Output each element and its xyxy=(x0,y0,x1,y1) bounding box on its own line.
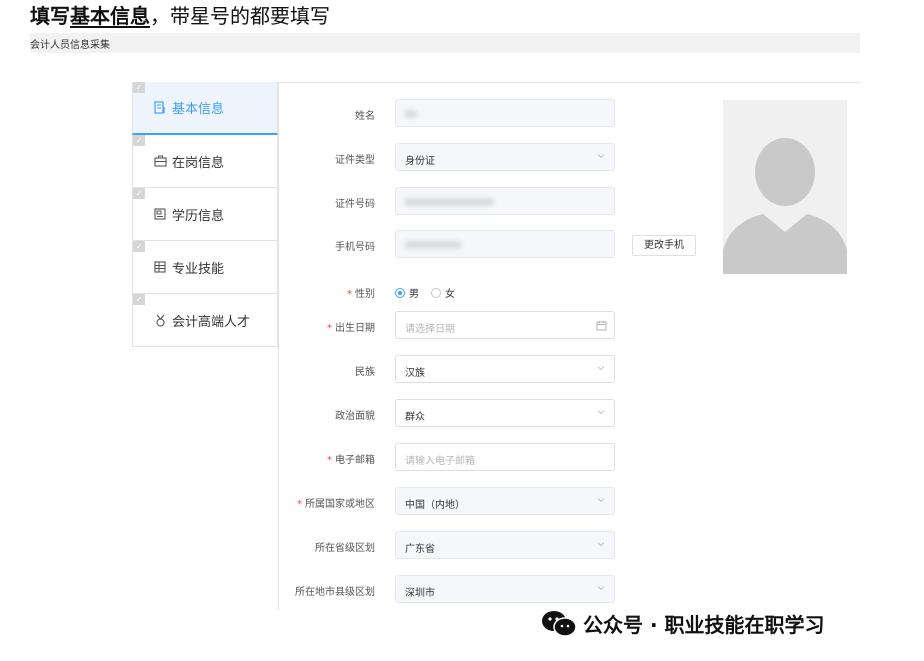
person-silhouette-icon xyxy=(723,100,847,274)
ethnicity-label: 民族 xyxy=(355,367,375,378)
medal-icon xyxy=(153,313,167,327)
sidebar-item-label: 会计高端人才 xyxy=(172,314,251,330)
sidebar-item-talent[interactable]: ✓ 会计高端人才 xyxy=(132,294,278,347)
gender-radio-group: 男 女 xyxy=(395,285,467,300)
country-row: * 所属国家或地区 中国（内地） xyxy=(280,487,620,517)
birth-date-placeholder: 请选择日期 xyxy=(405,324,455,335)
phone-field[interactable] xyxy=(395,230,615,258)
calendar-icon xyxy=(596,321,607,331)
check-icon: ✓ xyxy=(133,135,145,146)
city-row: 所在地市县级区划 深圳市 xyxy=(280,575,620,605)
chevron-down-icon xyxy=(597,154,605,159)
picture-icon xyxy=(153,207,167,221)
country-select[interactable]: 中国（内地） xyxy=(395,487,615,515)
ethnicity-value: 汉族 xyxy=(405,368,425,379)
footer-text: 公众号 · 职业技能在职学习 xyxy=(583,613,825,637)
page-headline: 填写基本信息，带星号的都要填写 xyxy=(30,0,330,29)
check-icon: ✓ xyxy=(133,188,145,199)
email-label: * 电子邮箱 xyxy=(327,455,375,466)
headline-underlined: 基本信息 xyxy=(70,4,150,28)
political-status-select[interactable]: 群众 xyxy=(395,399,615,427)
city-value: 深圳市 xyxy=(405,588,435,599)
birth-date-picker[interactable]: 请选择日期 xyxy=(395,311,615,339)
name-row: 姓名 xyxy=(280,99,620,129)
sidebar-item-job-info[interactable]: ✓ 在岗信息 xyxy=(132,135,278,188)
political-status-label: 政治面貌 xyxy=(335,411,375,422)
gender-label: * 性别 xyxy=(347,289,375,300)
province-row: 所在省级区划 广东省 xyxy=(280,531,620,561)
birth-date-label: * 出生日期 xyxy=(327,323,375,334)
section-title-bar: 会计人员信息采集 xyxy=(30,33,860,53)
phone-row: 手机号码 xyxy=(280,230,620,260)
political-status-row: 政治面貌 群众 xyxy=(280,399,620,429)
required-mark: * xyxy=(327,323,332,334)
id-type-row: 证件类型 身份证 xyxy=(280,143,620,173)
phone-label: 手机号码 xyxy=(335,242,375,253)
email-row: * 电子邮箱 请输入电子邮箱 xyxy=(280,443,620,473)
country-label: * 所属国家或地区 xyxy=(297,499,375,510)
required-mark: * xyxy=(327,455,332,466)
sidebar-item-label: 学历信息 xyxy=(172,208,225,224)
id-type-value: 身份证 xyxy=(405,156,435,167)
ethnicity-row: 民族 汉族 xyxy=(280,355,620,385)
chevron-down-icon xyxy=(597,410,605,415)
id-number-label: 证件号码 xyxy=(335,199,375,210)
change-phone-button[interactable]: 更改手机 xyxy=(632,235,696,256)
chevron-down-icon xyxy=(597,366,605,371)
briefcase-icon xyxy=(153,154,167,168)
radio-female-label[interactable]: 女 xyxy=(445,285,455,300)
sidebar-item-label: 基本信息 xyxy=(172,102,225,117)
province-value: 广东省 xyxy=(405,544,435,555)
check-icon: ✓ xyxy=(133,294,145,305)
province-select[interactable]: 广东省 xyxy=(395,531,615,559)
name-label: 姓名 xyxy=(355,111,375,122)
sidebar-item-education-info[interactable]: ✓ 学历信息 xyxy=(132,188,278,241)
id-number-field[interactable] xyxy=(395,187,615,215)
sidebar-item-basic-info[interactable]: ✓ 基本信息 xyxy=(132,82,278,135)
sidebar-item-skills[interactable]: ✓ 专业技能 xyxy=(132,241,278,294)
chevron-down-icon xyxy=(597,542,605,547)
headline-bold: 填写 xyxy=(30,4,70,28)
chevron-down-icon xyxy=(597,498,605,503)
wechat-icon xyxy=(542,610,577,637)
radio-female[interactable] xyxy=(431,287,441,298)
radio-male[interactable] xyxy=(395,287,405,298)
city-select[interactable]: 深圳市 xyxy=(395,575,615,603)
email-field[interactable]: 请输入电子邮箱 xyxy=(395,443,615,471)
redacted-value xyxy=(404,198,494,206)
ethnicity-select[interactable]: 汉族 xyxy=(395,355,615,383)
id-type-label: 证件类型 xyxy=(335,155,375,166)
sidebar: ✓ 基本信息 ✓ 在岗信息 ✓ 学历信息 ✓ 专业技能 ✓ 会计高端人才 xyxy=(132,82,278,347)
required-mark: * xyxy=(347,289,352,300)
city-label: 所在地市县级区划 xyxy=(295,587,375,598)
required-mark: * xyxy=(297,499,302,510)
id-number-row: 证件号码 xyxy=(280,187,620,217)
id-type-select[interactable]: 身份证 xyxy=(395,143,615,171)
document-icon xyxy=(153,101,167,115)
redacted-value xyxy=(404,110,418,118)
check-icon: ✓ xyxy=(133,241,145,252)
check-icon: ✓ xyxy=(133,82,145,93)
grid-icon xyxy=(153,260,167,274)
chevron-down-icon xyxy=(597,586,605,591)
sidebar-item-label: 在岗信息 xyxy=(172,155,225,171)
sidebar-item-label: 专业技能 xyxy=(172,261,225,277)
country-value: 中国（内地） xyxy=(405,500,465,511)
profile-photo[interactable] xyxy=(723,100,847,274)
headline-rest: ，带星号的都要填写 xyxy=(150,4,330,28)
redacted-value xyxy=(404,241,462,249)
gender-row: * 性别 男 女 xyxy=(280,277,620,307)
section-title: 会计人员信息采集 xyxy=(30,40,110,51)
content-divider xyxy=(278,82,279,610)
radio-male-label[interactable]: 男 xyxy=(409,285,419,300)
email-placeholder: 请输入电子邮箱 xyxy=(405,456,475,467)
wechat-footer: 公众号 · 职业技能在职学习 xyxy=(541,609,825,638)
name-field[interactable] xyxy=(395,99,615,127)
political-status-value: 群众 xyxy=(405,412,425,423)
birth-date-row: * 出生日期 请选择日期 xyxy=(280,311,620,341)
province-label: 所在省级区划 xyxy=(315,543,375,554)
